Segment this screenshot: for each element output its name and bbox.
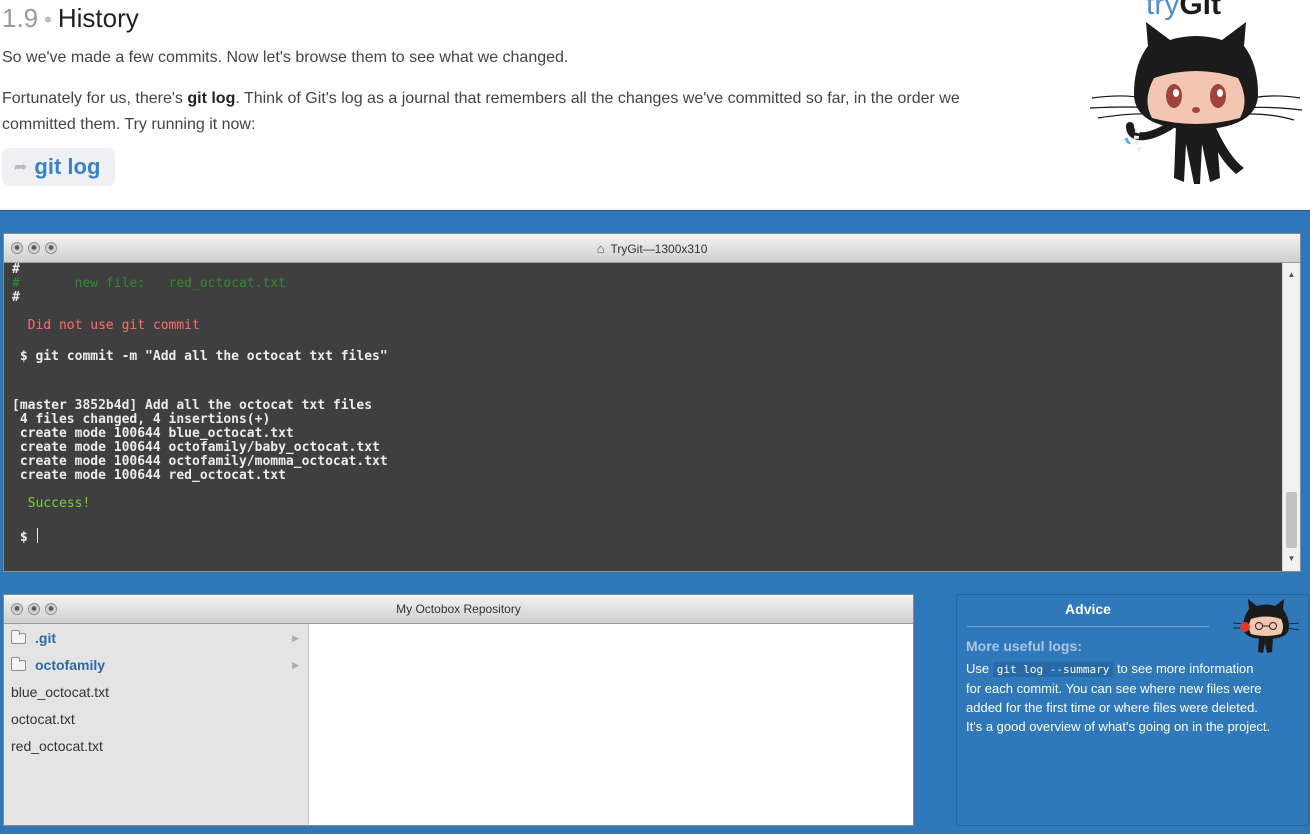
terminal-line: create mode 100644 octofamily/baby_octoc…	[12, 440, 380, 455]
paragraph-text: Fortunately for us, there's	[2, 90, 188, 107]
terminal-output[interactable]: # # new file: red_octocat.txt # Did not …	[4, 263, 1282, 571]
file-item[interactable]: red_octocat.txt	[4, 733, 309, 759]
share-arrow-icon: ➦	[14, 159, 28, 176]
chevron-right-icon: ▶	[292, 632, 299, 643]
terminal-command-line: $ git commit -m "Add all the octocat txt…	[12, 349, 388, 364]
terminal-window[interactable]: ⌂ TryGit—1300x310 # # new file: red_octoc…	[3, 233, 1301, 572]
advice-title: Advice	[1065, 601, 1111, 617]
lesson-number: 1.9	[2, 3, 39, 33]
repository-titlebar: My Octobox Repository	[4, 595, 913, 624]
terminal-error-line: Did not use git commit	[12, 318, 200, 333]
terminal-line: # new file: red_octocat.txt	[12, 276, 286, 291]
scroll-up-icon[interactable]: ▲	[1283, 267, 1300, 283]
terminal-line-partial: #	[12, 263, 20, 277]
file-item[interactable]: blue_octocat.txt	[4, 679, 309, 705]
paragraph-bold-command: git log	[187, 90, 236, 107]
title-separator: •	[44, 7, 52, 32]
advice-panel: Advice More useful logs: Use git log --s…	[956, 594, 1309, 826]
terminal-line: #	[12, 290, 20, 305]
advice-subtitle: More useful logs:	[966, 638, 1082, 654]
lesson-paragraph-2: Fortunately for us, there's git log. Thi…	[2, 86, 962, 138]
home-icon: ⌂	[596, 241, 605, 256]
lesson-title: 1.9 • History	[2, 3, 139, 34]
terminal-titlebar: ⌂ TryGit—1300x310	[4, 234, 1300, 263]
workspace: ⌂ TryGit—1300x310 # # new file: red_octoc…	[0, 210, 1310, 834]
repository-file-list: .git ▶ octofamily ▶ blue_octocat.txt oct…	[4, 624, 309, 825]
terminal-scrollbar[interactable]: ▲ ▼	[1282, 263, 1300, 571]
terminal-success-line: Success!	[12, 496, 91, 511]
lesson-title-text: History	[57, 3, 139, 33]
folder-name: octofamily	[35, 657, 106, 673]
terminal-prompt[interactable]: $	[12, 528, 39, 545]
advice-text: Use git log --summary to see more inform…	[966, 659, 1271, 736]
repository-title: My Octobox Repository	[396, 602, 521, 616]
run-command-label: git log	[34, 154, 101, 179]
lesson-paragraph-1: So we've made a few commits. Now let's b…	[2, 49, 569, 66]
terminal-line: create mode 100644 red_octocat.txt	[12, 468, 286, 483]
octocat-mascot-icon	[1090, 22, 1302, 184]
advice-code: git log --summary	[992, 662, 1114, 677]
octocat-professor-icon	[1233, 599, 1299, 653]
folder-icon	[11, 629, 26, 644]
terminal-line: create mode 100644 blue_octocat.txt	[12, 426, 294, 441]
repository-window: My Octobox Repository .git ▶ octofamily …	[3, 594, 914, 826]
folder-item-git[interactable]: .git ▶	[4, 625, 309, 651]
file-item[interactable]: octocat.txt	[4, 706, 309, 732]
scrollbar-thumb[interactable]	[1286, 492, 1297, 548]
run-command-button[interactable]: ➦ git log	[2, 148, 115, 186]
chevron-right-icon: ▶	[292, 659, 299, 670]
folder-item-octofamily[interactable]: octofamily ▶	[4, 652, 309, 678]
scroll-down-icon[interactable]: ▼	[1283, 551, 1300, 567]
advice-text-part: Use	[966, 661, 993, 676]
folder-icon	[11, 656, 26, 671]
terminal-line: [master 3852b4d] Add all the octocat txt…	[12, 398, 373, 413]
terminal-title: ⌂ TryGit—1300x310	[4, 241, 1300, 256]
terminal-line: 4 files changed, 4 insertions(+)	[12, 412, 271, 427]
terminal-line: create mode 100644 octofamily/momma_octo…	[12, 454, 388, 469]
text-cursor	[37, 528, 39, 543]
lesson-panel: 1.9 • History So we've made a few commits.…	[0, 0, 1310, 210]
advice-divider	[967, 626, 1209, 627]
prompt-text: $	[12, 530, 36, 545]
folder-name: .git	[35, 630, 56, 646]
terminal-title-text: TryGit—1300x310	[610, 242, 708, 256]
